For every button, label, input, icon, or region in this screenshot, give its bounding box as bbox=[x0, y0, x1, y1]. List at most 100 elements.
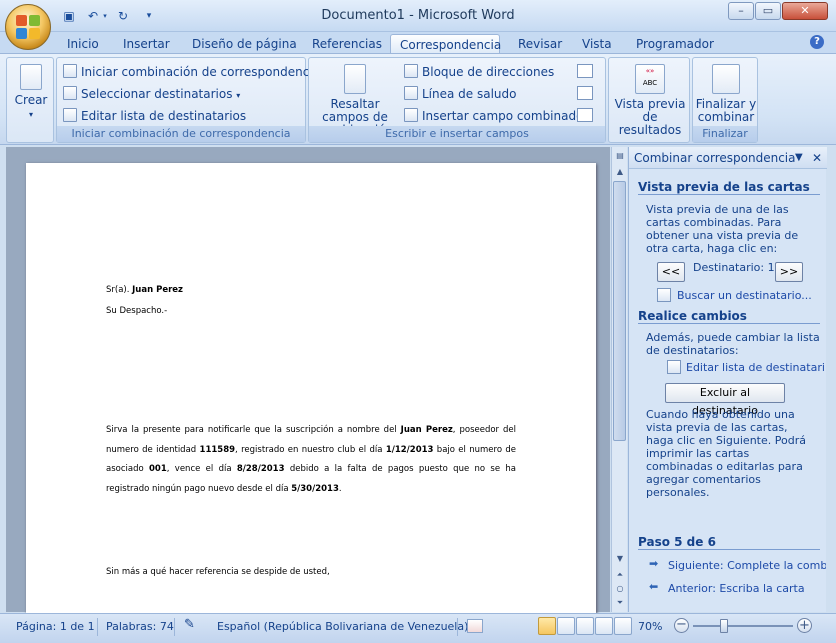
body-name: Juan Perez bbox=[400, 425, 453, 435]
vista-previa-label: Vista previa de resultados bbox=[614, 97, 686, 137]
proofing-icon[interactable]: ✎ bbox=[184, 618, 195, 632]
match-fields-icon[interactable] bbox=[577, 86, 593, 100]
next-step-link[interactable]: Siguiente: Complete la combinación bbox=[668, 559, 826, 572]
previous-page-icon[interactable]: ⏶ bbox=[612, 568, 628, 582]
group-crear: Crear ▾ bbox=[6, 57, 54, 143]
browse-object-icon[interactable]: ○ bbox=[612, 582, 628, 596]
seleccionar-destinatarios-label: Seleccionar destinatarios bbox=[81, 87, 233, 101]
insertar-campo-button[interactable]: Insertar campo combinado ▾ bbox=[404, 108, 591, 126]
find-recipient-link[interactable]: Buscar un destinatario... bbox=[677, 289, 812, 302]
body-text-1: Sirva la presente para notificarle que l… bbox=[106, 425, 397, 435]
status-divider bbox=[457, 618, 458, 636]
abc-preview-icon: «» ABC bbox=[635, 64, 665, 94]
edit-recipients-link[interactable]: Editar lista de destinatarios... bbox=[686, 361, 824, 374]
group-label-iniciar: Iniciar combinación de correspondencia bbox=[57, 126, 305, 142]
recipient-name: Juan Perez bbox=[132, 285, 183, 295]
despacho-line: Su Despacho.- bbox=[106, 306, 168, 316]
editar-lista-button[interactable]: Editar lista de destinatarios bbox=[63, 108, 246, 124]
address-block-icon bbox=[404, 64, 418, 78]
previous-arrow-icon: ⬅ bbox=[649, 580, 659, 593]
tab-inicio[interactable]: Inicio bbox=[58, 34, 108, 54]
tab-programador[interactable]: Programador bbox=[627, 34, 723, 54]
tab-revisar[interactable]: Revisar bbox=[509, 34, 571, 54]
salutation-line: Sr(a). Juan Perez bbox=[106, 281, 183, 301]
scroll-down-icon[interactable]: ▼ bbox=[612, 552, 628, 566]
status-divider bbox=[174, 618, 175, 636]
section-divider bbox=[638, 549, 820, 550]
outline-view-icon[interactable] bbox=[595, 617, 613, 635]
office-logo-icon bbox=[16, 15, 40, 39]
changes-section-title: Realice cambios bbox=[638, 309, 747, 323]
insertar-campo-label: Insertar campo combinado bbox=[422, 109, 584, 123]
due-date: 8/28/2013 bbox=[236, 464, 285, 474]
group-escribir: Resaltar campos de combinación Bloque de… bbox=[308, 57, 606, 143]
restore-button[interactable]: ▭ bbox=[755, 2, 781, 20]
highlight-fields-icon bbox=[344, 64, 366, 94]
update-labels-icon[interactable] bbox=[577, 108, 593, 122]
group-iniciar: Iniciar combinación de correspondencia ▾… bbox=[56, 57, 328, 143]
macro-record-icon[interactable] bbox=[467, 619, 483, 633]
vertical-scrollbar[interactable]: ▤ ▲ ▼ ⏶ ○ ⏷ bbox=[611, 147, 627, 612]
page-count[interactable]: Página: 1 de 1 bbox=[16, 620, 95, 634]
id-number: 111589 bbox=[199, 444, 236, 455]
scroll-up-icon[interactable]: ▲ bbox=[612, 165, 628, 179]
zoom-level[interactable]: 70% bbox=[638, 620, 662, 634]
previous-recipient-button[interactable]: << bbox=[657, 262, 685, 282]
pane-title: Combinar correspondencia bbox=[634, 151, 796, 165]
body-paragraph: Sirva la presente para notificarle que l… bbox=[106, 425, 517, 494]
edit-list-icon bbox=[667, 360, 681, 374]
finalizar-combinar-label: Finalizar y combinar bbox=[695, 97, 757, 124]
language-indicator[interactable]: Español (República Bolivariana de Venezu… bbox=[217, 620, 468, 634]
zoom-out-icon[interactable]: − bbox=[674, 618, 689, 633]
document-icon bbox=[63, 64, 77, 78]
web-layout-icon[interactable] bbox=[576, 617, 594, 635]
recipients-icon bbox=[63, 86, 77, 100]
zoom-slider-thumb[interactable] bbox=[720, 619, 728, 633]
vista-previa-button[interactable]: «» ABC Vista previa de resultados bbox=[610, 64, 690, 137]
exclude-recipient-button[interactable]: Excluir al destinatario bbox=[665, 383, 785, 417]
section-divider bbox=[638, 323, 820, 324]
ruler-toggle-icon[interactable]: ▤ bbox=[612, 149, 628, 163]
bloque-direcciones-button[interactable]: Bloque de direcciones bbox=[404, 64, 554, 80]
close-pane-icon[interactable]: ✕ bbox=[812, 147, 822, 169]
next-page-icon[interactable]: ⏷ bbox=[612, 596, 628, 610]
draft-view-icon[interactable] bbox=[614, 617, 632, 635]
seleccionar-destinatarios-button[interactable]: Seleccionar destinatarios ▾ bbox=[63, 86, 240, 104]
crear-label: Crear bbox=[14, 93, 48, 107]
edit-list-icon bbox=[63, 108, 77, 122]
tab-insertar[interactable]: Insertar bbox=[114, 34, 179, 54]
close-button[interactable]: ✕ bbox=[782, 2, 828, 20]
zoom-in-icon[interactable]: + bbox=[797, 618, 812, 633]
registration-date: 1/12/2013 bbox=[385, 444, 434, 455]
document-page[interactable]: Sr(a). Juan Perez Su Despacho.- Sirva la… bbox=[26, 163, 596, 623]
tab-referencias[interactable]: Referencias bbox=[303, 34, 391, 54]
rules-icon[interactable] bbox=[577, 64, 593, 78]
ribbon-tabs: Inicio Insertar Diseño de página Referen… bbox=[0, 32, 836, 54]
previous-step-link[interactable]: Anterior: Escriba la carta bbox=[668, 582, 805, 595]
tab-diseno[interactable]: Diseño de página bbox=[183, 34, 306, 54]
editar-lista-label: Editar lista de destinatarios bbox=[81, 109, 247, 123]
window-title: Documento1 - Microsoft Word bbox=[321, 8, 515, 23]
preview-section-title: Vista previa de las cartas bbox=[638, 180, 810, 194]
group-finalizar: Finalizar y combinar ▾ Finalizar bbox=[692, 57, 758, 143]
print-layout-view-icon[interactable] bbox=[538, 617, 556, 635]
zoom-slider-track[interactable] bbox=[693, 625, 793, 627]
next-recipient-button[interactable]: >> bbox=[775, 262, 803, 282]
iniciar-combinacion-label: Iniciar combinación de correspondencia bbox=[81, 65, 320, 79]
full-screen-reading-icon[interactable] bbox=[557, 617, 575, 635]
word-count[interactable]: Palabras: 74 bbox=[106, 620, 174, 634]
crear-button[interactable]: Crear ▾ bbox=[11, 64, 51, 121]
tab-correspondencia[interactable]: Correspondencia bbox=[390, 34, 501, 54]
insert-field-icon bbox=[404, 108, 418, 122]
help-icon[interactable]: ? bbox=[810, 35, 824, 49]
linea-saludo-label: Línea de saludo bbox=[422, 87, 517, 101]
tab-vista[interactable]: Vista bbox=[573, 34, 621, 54]
minimize-button[interactable]: – bbox=[728, 2, 754, 20]
bloque-direcciones-label: Bloque de direcciones bbox=[422, 65, 555, 79]
iniciar-combinacion-button[interactable]: Iniciar combinación de correspondencia ▾ bbox=[63, 64, 328, 82]
office-button[interactable] bbox=[5, 4, 51, 50]
linea-saludo-button[interactable]: Línea de saludo bbox=[404, 86, 517, 102]
pane-menu-icon[interactable]: ▼ bbox=[795, 147, 803, 169]
group-label-escribir: Escribir e insertar campos bbox=[309, 126, 605, 142]
scroll-thumb[interactable] bbox=[613, 181, 626, 441]
